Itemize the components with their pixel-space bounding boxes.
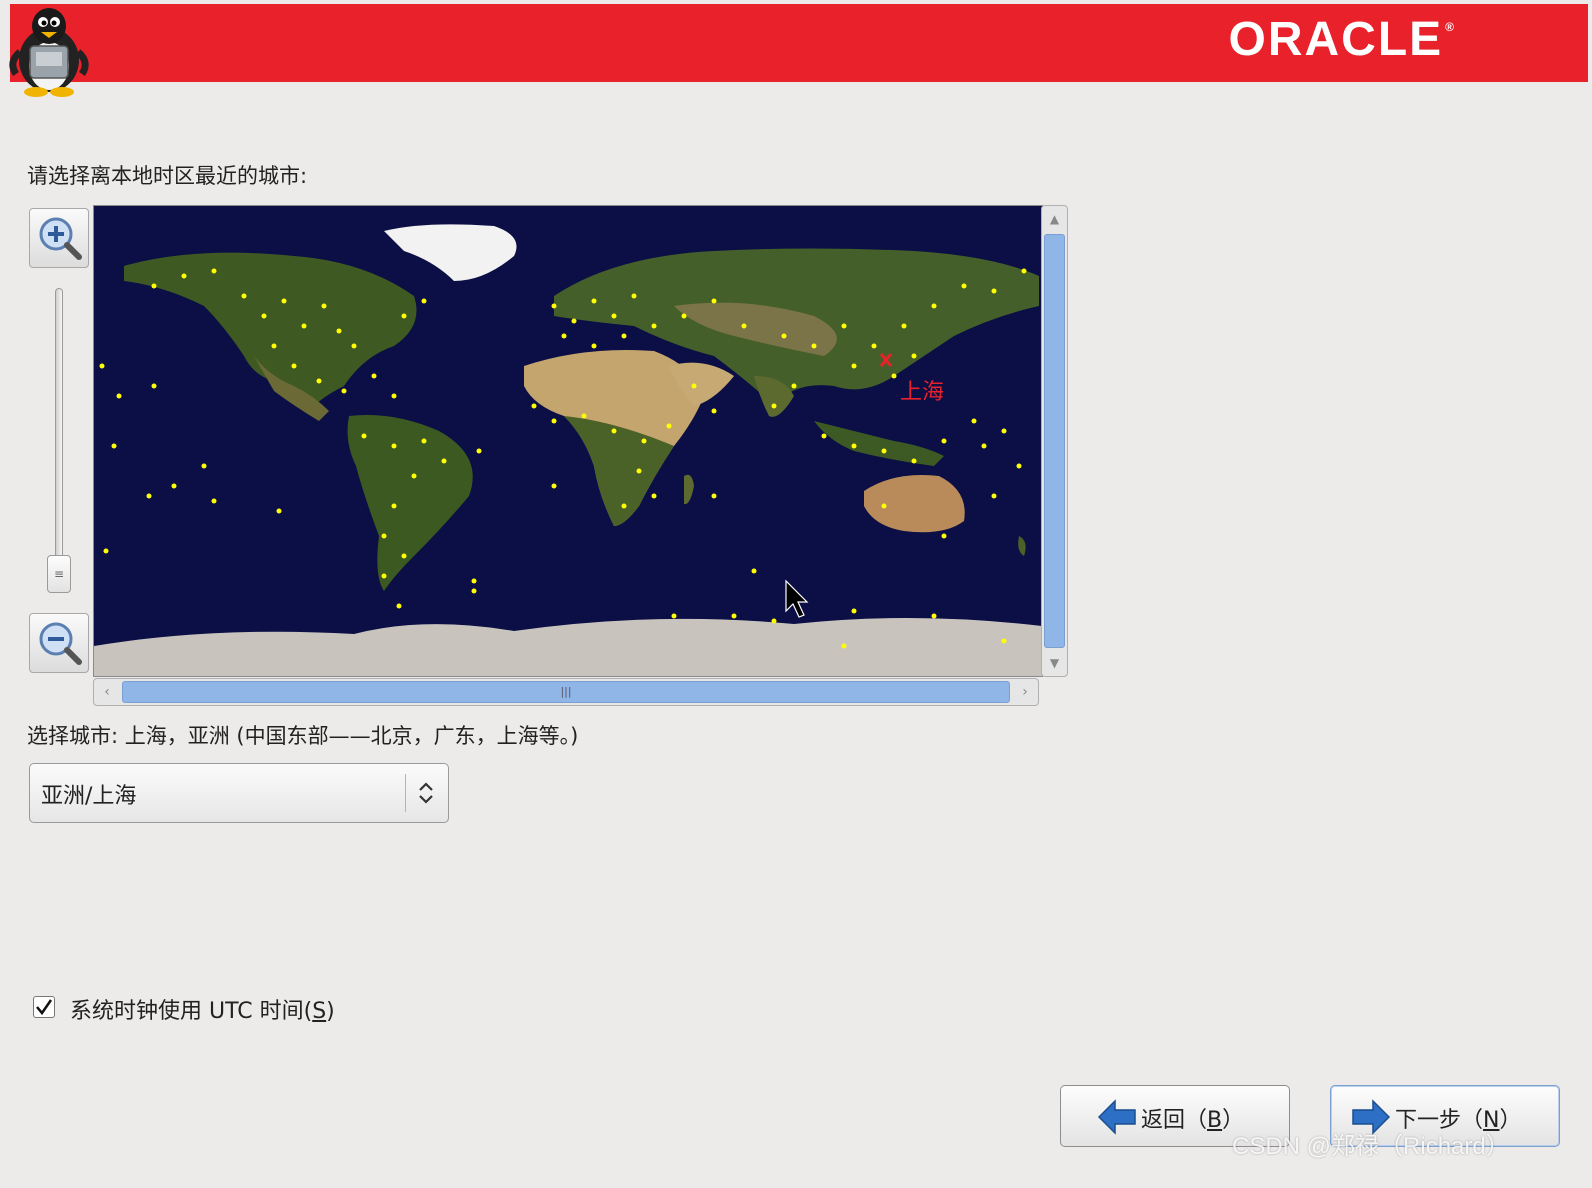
scroll-right-arrow-icon[interactable]: ›	[1014, 679, 1036, 705]
horizontal-scroll-thumb[interactable]: |||	[122, 681, 1010, 703]
updown-chevron-icon	[419, 782, 433, 804]
timezone-combo-value: 亚洲/上海	[41, 784, 137, 809]
tux-penguin-icon	[9, 8, 89, 97]
zoom-slider-handle[interactable]: ≡	[47, 555, 71, 593]
timezone-world-map[interactable]: 上海	[93, 205, 1043, 677]
timezone-combo[interactable]: 亚洲/上海	[29, 763, 449, 823]
map-vertical-scrollbar[interactable]: ▲ ▼	[1041, 205, 1068, 677]
arrow-left-icon	[1097, 1099, 1136, 1135]
map-horizontal-scrollbar[interactable]: ‹ ||| ›	[93, 678, 1039, 706]
back-button-label: 返回（B）	[1141, 1108, 1245, 1133]
watermark: CSDN @郑禄（Richard）	[1232, 1133, 1510, 1160]
selected-city-text: 选择城市: 上海，亚洲 (中国东部——北京，广东，上海等。)	[27, 724, 579, 748]
zoom-out-icon	[39, 622, 82, 665]
zoom-in-button[interactable]	[29, 208, 89, 268]
utc-checkbox[interactable]	[33, 996, 55, 1018]
zoom-in-icon	[39, 217, 82, 260]
utc-checkbox-label[interactable]: 系统时钟使用 UTC 时间(S)	[70, 993, 335, 1025]
selected-city-label: 上海	[900, 380, 944, 405]
zoom-slider-track[interactable]	[55, 288, 63, 588]
checkmark-icon	[36, 999, 53, 1016]
vertical-scroll-thumb[interactable]	[1044, 234, 1065, 648]
scroll-down-arrow-icon[interactable]: ▼	[1042, 652, 1067, 674]
map-prompt: 请选择离本地时区最近的城市:	[27, 164, 308, 188]
combo-separator	[405, 774, 406, 812]
world-map-image[interactable]: 上海	[94, 206, 1042, 676]
oracle-logo: ORACLE ®	[1228, 13, 1456, 66]
zoom-out-button[interactable]	[29, 613, 89, 673]
scroll-left-arrow-icon[interactable]: ‹	[96, 679, 118, 705]
scroll-up-arrow-icon[interactable]: ▲	[1042, 208, 1067, 230]
